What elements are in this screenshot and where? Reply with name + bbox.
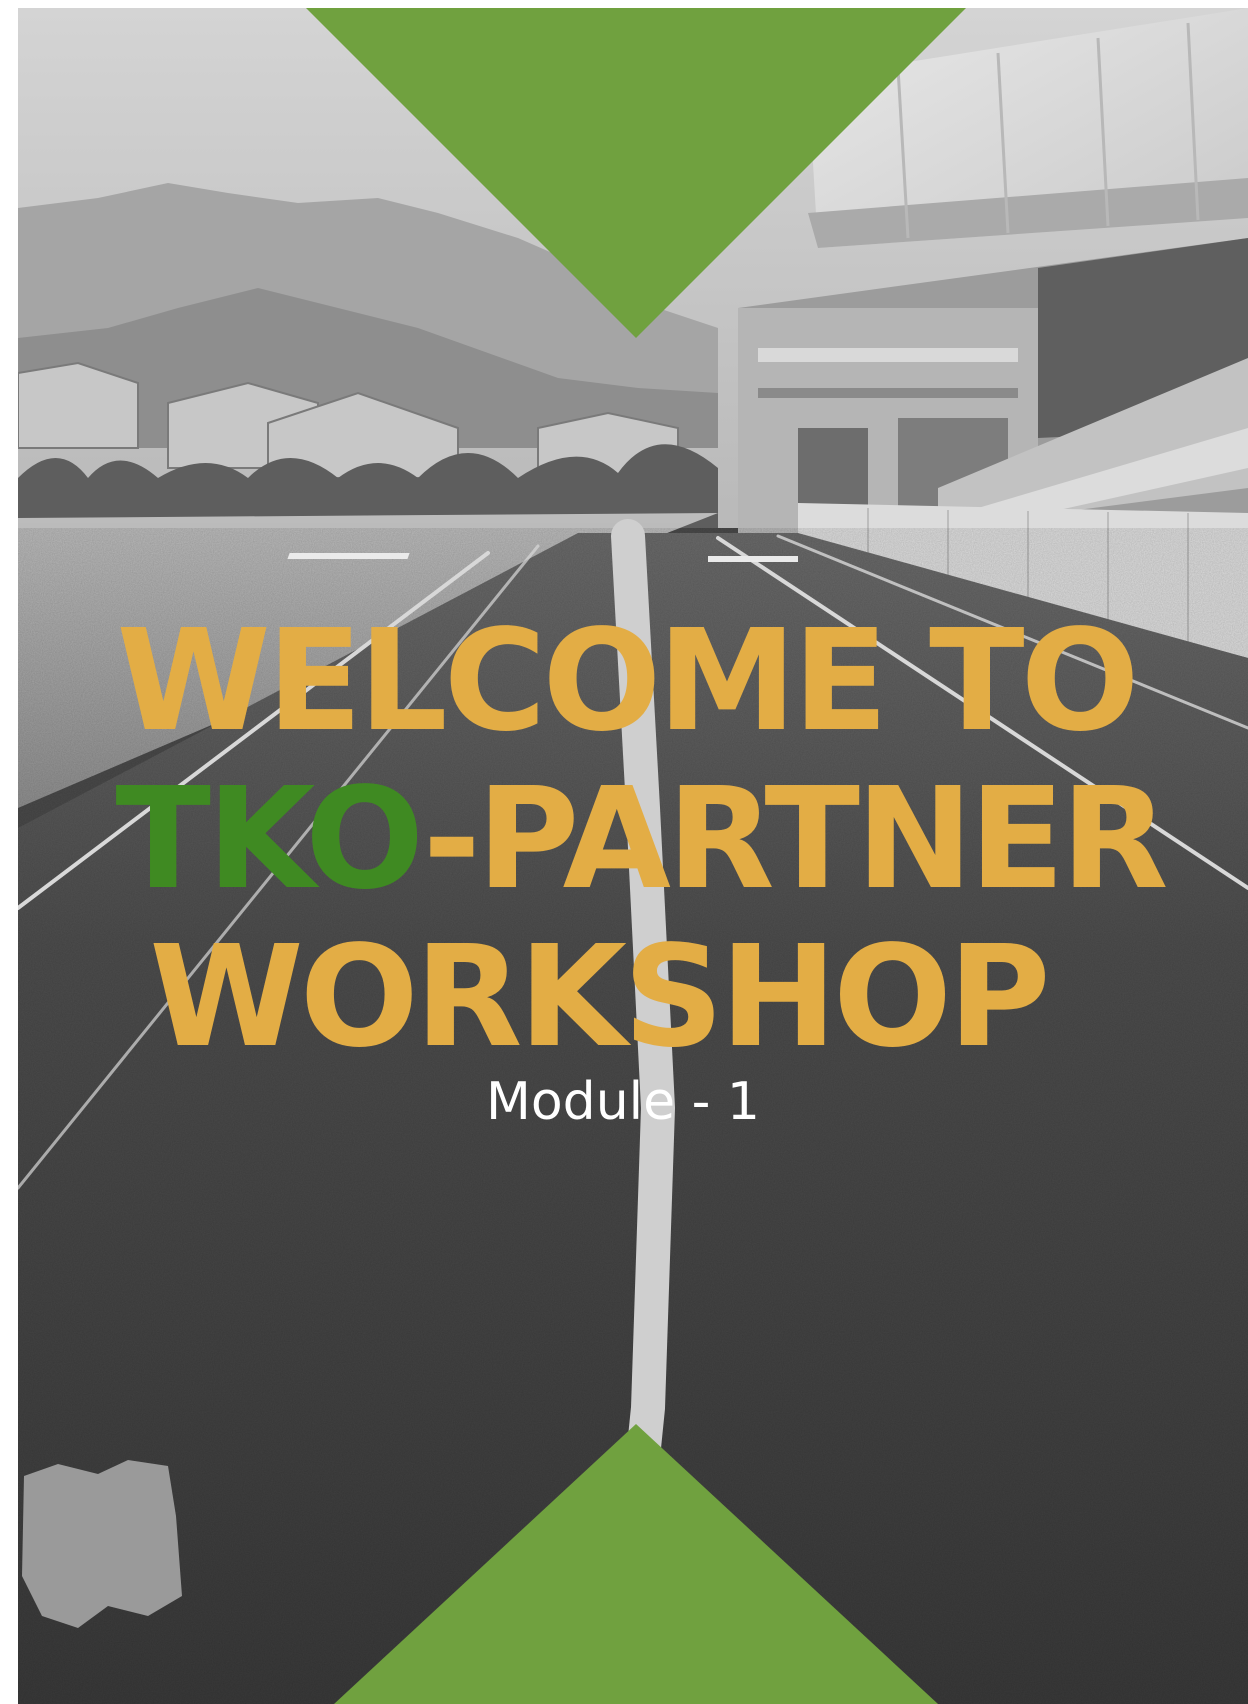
title-line-2-rest: -PARTNER: [422, 758, 1169, 921]
cover-slide: WELCOME TO TKO-PARTNER WORKSHOP Module -…: [18, 8, 1248, 1704]
title-line-2: TKO-PARTNER: [18, 761, 1248, 919]
partner-logo-mark: [22, 1460, 182, 1628]
cover-title: WELCOME TO TKO-PARTNER WORKSHOP: [18, 603, 1248, 1077]
title-brand-highlight: TKO: [115, 758, 426, 921]
title-line-1: WELCOME TO: [116, 600, 1139, 763]
page: WELCOME TO TKO-PARTNER WORKSHOP Module -…: [0, 0, 1248, 1704]
title-line-3: WORKSHOP: [149, 916, 1050, 1079]
module-subtitle: Module - 1: [486, 1072, 760, 1132]
